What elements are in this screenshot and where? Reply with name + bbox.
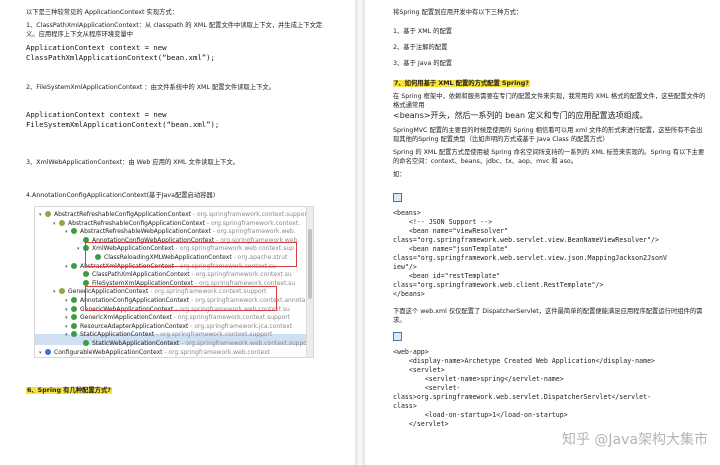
class-type-icon	[71, 322, 77, 329]
highlight-box-xml	[85, 286, 277, 311]
code-line: ApplicationContext context = new	[26, 110, 167, 119]
class-type-icon	[45, 348, 51, 355]
config-method-annotation: 2、基于注解的配置	[393, 44, 448, 51]
xml-code-line: iew"/>	[393, 263, 417, 271]
xml-code-line: <bean name="viewResolver"	[393, 227, 509, 235]
right-page: 将Spring 配置到应用开发中有以下三种方式： 1、基于 XML 的配置 2、…	[365, 0, 720, 465]
config-method-java: 3、基于 Java 的配置	[393, 60, 453, 67]
code-line: ClassPathXmlApplicationContext(“bean.xml…	[26, 53, 215, 62]
section-7-para-4: 如：	[393, 171, 406, 178]
class-type-icon	[71, 262, 77, 269]
class-hierarchy-tree[interactable]: ▾ AbstractRefreshableConfigApplicationCon…	[34, 206, 314, 358]
xml-code-line: <load-on-startup>1</load-on-startup>	[393, 411, 568, 419]
class-type-icon	[59, 219, 65, 226]
section-7-heading: 7、如何用基于 XML 配置的方式配置 Spring?	[393, 80, 530, 87]
section-3-heading: 3、XmlWebApplicationContext：由 Web 应用的 XML…	[26, 159, 239, 166]
xml-code-line: <web-app>	[393, 348, 429, 356]
class-type-icon	[83, 279, 89, 286]
xml-code-line: <servlet-	[393, 384, 461, 392]
xml-code-line: class>	[393, 402, 417, 410]
xml-code-line: class="org.springframework.web.client.Re…	[393, 281, 604, 289]
xml-code-line: class="org.springframework.web.servlet.v…	[393, 236, 659, 244]
class-type-icon	[71, 228, 77, 235]
class-type-icon	[83, 340, 89, 346]
expand-caret-icon[interactable]: ▾	[65, 227, 71, 238]
watermark-text: 知乎 @Java架构大集市	[561, 432, 708, 448]
expand-caret-icon[interactable]: ▾	[65, 262, 71, 273]
tree-node[interactable]: ▾ ConfigurableWebApplicationContext - org…	[39, 347, 271, 357]
config-method-xml: 1、基于 XML 的配置	[393, 28, 453, 35]
section-4-heading: 4.AnnotationConfigApplicationContext(基于J…	[26, 192, 216, 199]
class-type-icon	[83, 271, 89, 278]
class-type-icon	[71, 314, 77, 321]
class-type-icon	[71, 297, 77, 303]
xml-code-line: <beans>	[393, 209, 421, 217]
scroll-thumb[interactable]	[308, 229, 312, 299]
section-6-heading: 6、Spring 有几种配置方式?	[26, 387, 112, 394]
copy-code-icon[interactable]	[393, 332, 402, 341]
expand-caret-icon[interactable]: ▾	[53, 219, 59, 230]
copy-code-icon[interactable]	[393, 193, 402, 202]
tree-node-package: - org.springframework.web.context	[162, 348, 271, 356]
section-7-para-1a: 在 Spring 框架中，依赖和服务需要在专门的配置文件来实现，我常用的 XML…	[393, 93, 706, 109]
xml-code-line: <servlet-name>spring</servlet-name>	[393, 375, 564, 383]
xml-code-line: <bean id="restTemplate"	[393, 272, 501, 280]
expand-caret-icon[interactable]: ▾	[65, 330, 71, 341]
section-7-para-3: Spring 的 XML 配置方式是使用被 Spring 命名空间所支持的一系列…	[393, 149, 705, 165]
class-type-icon	[71, 331, 77, 338]
page-gutter	[355, 0, 365, 465]
left-page: 以下是三种较常见的 ApplicationContext 实现方式： 1、Cla…	[0, 0, 355, 465]
tree-node-name: ConfigurableWebApplicationContext	[54, 348, 163, 356]
section-7-para-1b: <beans>开头，然后一系列的 bean 定义和专门的应用配置选项组成。	[393, 111, 648, 120]
code-line: FileSystemXmlApplicationContext(“bean.xm…	[26, 120, 220, 129]
class-type-icon	[71, 305, 77, 312]
xml-code-line: class>org.springframework.web.servlet.Di…	[393, 393, 652, 401]
section-7-para-5: 下面这个 web.xml 仅仅配置了 DispatcherServlet，这件最…	[393, 308, 703, 324]
xml-code-block-2: <web-app> <display-name>Archetype Create…	[393, 348, 706, 429]
left-intro: 以下是三种较常见的 ApplicationContext 实现方式：	[26, 9, 179, 16]
code-line: ApplicationContext context = new	[26, 43, 167, 52]
section-7-para-2: SpringMVC 配置的主要目的时候是使用的 Spring 相信看可以用 xm…	[393, 127, 703, 143]
xml-code-line: <!-- JSON Support -->	[393, 218, 493, 226]
expand-caret-icon[interactable]: ▾	[77, 244, 83, 255]
section-2-heading: 2、FileSystemXmlApplicationContext ：由文件系统…	[26, 84, 275, 91]
xml-code-line: </servlet>	[393, 420, 449, 428]
expand-caret-icon[interactable]: ▾	[39, 348, 45, 357]
section-1-heading: 1、ClassPathXmlApplicationContext：从 class…	[26, 22, 323, 38]
xml-code-line: <display-name>Archetype Created Web Appl…	[393, 357, 656, 365]
class-type-icon	[45, 211, 51, 217]
expand-caret-icon[interactable]: ▾	[39, 210, 45, 221]
highlight-box-web	[85, 242, 297, 267]
xml-code-line: class="org.springframework.web.servlet.v…	[393, 254, 667, 262]
right-intro: 将Spring 配置到应用开发中有以下三种方式：	[393, 9, 523, 16]
tree-scrollbar[interactable]	[306, 207, 313, 357]
expand-caret-icon[interactable]: ▾	[53, 287, 59, 298]
class-type-icon	[59, 288, 65, 295]
xml-code-line: </beans>	[393, 290, 425, 298]
xml-code-line: <bean name="jsonTemplate"	[393, 245, 509, 253]
xml-code-block-1: <beans> <!-- JSON Support --> <bean name…	[393, 209, 706, 299]
xml-code-line: <servlet>	[393, 366, 445, 374]
